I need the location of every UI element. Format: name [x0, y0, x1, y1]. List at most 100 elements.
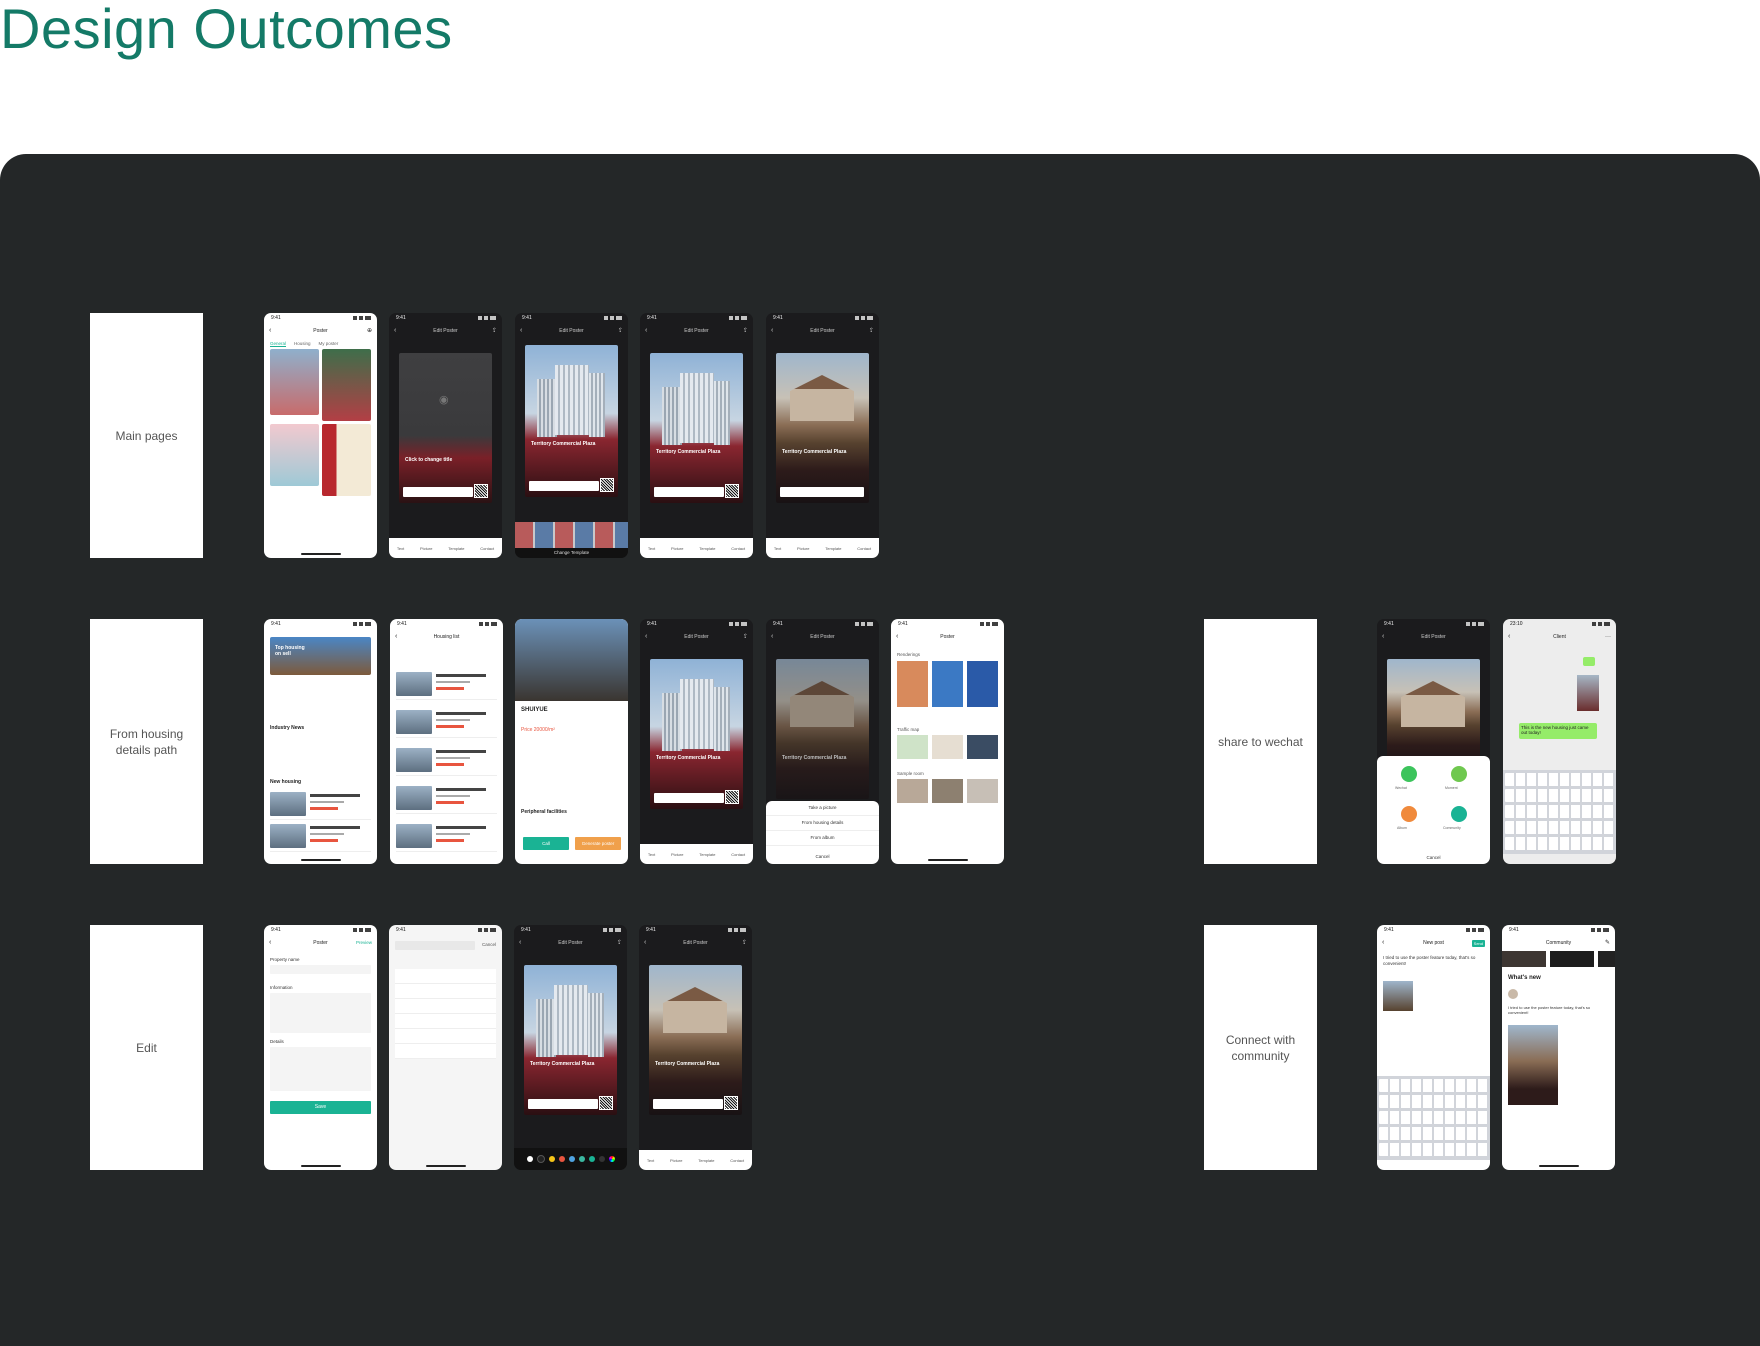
screen-housing-list[interactable]: 9:41 ‹ Housing list: [390, 619, 503, 864]
screen-edit-from-housing[interactable]: 9:41 ‹ Edit Poster ⇪ Territory Commercial …: [640, 619, 753, 864]
tool-text[interactable]: Text: [397, 546, 404, 551]
details-field[interactable]: [270, 1047, 371, 1091]
cancel-button[interactable]: Cancel: [766, 850, 879, 864]
topic-carousel[interactable]: [1502, 951, 1615, 967]
call-button[interactable]: Call: [523, 837, 569, 850]
template-thumb[interactable]: [322, 424, 371, 496]
list-item[interactable]: [270, 821, 371, 852]
save-button[interactable]: Save: [270, 1101, 371, 1114]
back-icon[interactable]: ‹: [771, 325, 773, 337]
tab-my-poster[interactable]: My poster: [319, 341, 339, 347]
color-swatch[interactable]: [526, 1156, 533, 1162]
tool-picture[interactable]: Picture: [671, 852, 683, 857]
screen-edit-empty[interactable]: 9:41 ‹ Edit Poster ⇪ ◉ Click to change tit…: [389, 313, 502, 558]
tool-template[interactable]: Template: [825, 546, 841, 551]
color-swatch[interactable]: [598, 1156, 605, 1162]
screen-home[interactable]: 9:41 Top housing on sell Industry News N…: [264, 619, 377, 864]
more-icon[interactable]: ···: [1605, 631, 1611, 643]
tool-contact[interactable]: Contact: [731, 546, 745, 551]
template-thumb[interactable]: [322, 349, 371, 421]
back-icon[interactable]: ‹: [896, 631, 898, 643]
screen-new-post[interactable]: 9:41 ‹ New post Send I tried to use the po…: [1377, 925, 1490, 1170]
back-icon[interactable]: ‹: [520, 325, 522, 337]
share-icon[interactable]: ⇪: [492, 325, 497, 337]
take-picture-option[interactable]: Take a picture: [766, 801, 879, 816]
color-swatch[interactable]: [548, 1156, 555, 1162]
generate-poster-button[interactable]: Generate poster: [575, 837, 621, 850]
album-icon[interactable]: [1401, 806, 1417, 822]
tab-housing[interactable]: Housing: [294, 341, 311, 347]
cancel-button[interactable]: Cancel: [1377, 855, 1490, 860]
poster-title[interactable]: Territory Commercial Plaza: [531, 441, 611, 447]
share-icon[interactable]: ⇪: [618, 325, 623, 337]
poster-canvas[interactable]: Territory Commercial Plaza: [650, 659, 743, 809]
keyboard[interactable]: [1377, 1076, 1490, 1160]
from-album-option[interactable]: From album: [766, 831, 879, 846]
poster-canvas[interactable]: ◉ Click to change title: [399, 353, 492, 503]
tool-contact[interactable]: Contact: [730, 1158, 744, 1163]
list-item[interactable]: [270, 789, 371, 820]
color-swatch[interactable]: [558, 1156, 565, 1162]
screen-property-search[interactable]: 9:41 Cancel: [389, 925, 502, 1170]
back-icon[interactable]: ‹: [394, 325, 396, 337]
share-icon[interactable]: ⇪: [743, 631, 748, 643]
color-swatch[interactable]: [578, 1156, 585, 1162]
tool-text[interactable]: Text: [648, 546, 655, 551]
back-icon[interactable]: ‹: [269, 325, 271, 337]
wechat-icon[interactable]: [1401, 766, 1417, 782]
poster-title[interactable]: Territory Commercial Plaza: [656, 449, 736, 455]
back-icon[interactable]: ‹: [771, 631, 773, 643]
list-item[interactable]: [396, 669, 497, 700]
poster-canvas[interactable]: Territory Commercial Plaza: [524, 965, 617, 1115]
tool-template[interactable]: Template: [699, 546, 715, 551]
poster-title[interactable]: Territory Commercial Plaza: [530, 1061, 610, 1067]
back-icon[interactable]: ‹: [269, 937, 271, 949]
edit-icon[interactable]: ✎: [1605, 937, 1610, 949]
search-input[interactable]: [395, 941, 475, 950]
tab-general[interactable]: General: [270, 341, 287, 347]
back-icon[interactable]: ‹: [1382, 937, 1384, 949]
screen-edit-form[interactable]: 9:41 ‹ Poster Preview Property name Inform…: [264, 925, 377, 1170]
avatar[interactable]: [1508, 989, 1518, 999]
share-icon[interactable]: ⇪: [743, 325, 748, 337]
tool-template[interactable]: Template: [698, 1158, 714, 1163]
screen-edit-tower[interactable]: 9:41 ‹ Edit Poster ⇪ Territory Commercial …: [640, 313, 753, 558]
keyboard[interactable]: [1503, 770, 1616, 854]
screen-community[interactable]: 9:41 Community ✎ What's new I tried to us…: [1502, 925, 1615, 1170]
screen-edit-house[interactable]: 9:41 ‹ Edit Poster ⇪ Territory Commercial …: [766, 313, 879, 558]
screen-poster-gallery[interactable]: 9:41 ‹ Poster ⊕ General Housing My poster: [264, 313, 377, 558]
post-poster[interactable]: [1508, 1025, 1558, 1105]
camera-icon[interactable]: ◉: [439, 393, 449, 406]
moment-icon[interactable]: [1451, 766, 1467, 782]
screen-change-template[interactable]: 9:41 ‹ Edit Poster ⇪ Territory Commercial …: [515, 313, 628, 558]
share-icon[interactable]: ⇪: [742, 937, 747, 949]
tool-picture[interactable]: Picture: [420, 546, 432, 551]
tool-text[interactable]: Text: [774, 546, 781, 551]
poster-canvas[interactable]: Territory Commercial Plaza: [649, 965, 742, 1115]
attached-poster[interactable]: [1383, 981, 1413, 1011]
screen-edit-color[interactable]: 9:41 ‹ Edit Poster ⇪ Territory Commercial …: [514, 925, 627, 1170]
search-results-list[interactable]: [395, 969, 496, 1059]
screen-share-sheet[interactable]: 9:41 ‹ Edit Poster Wechat Moment Album Co…: [1377, 619, 1490, 864]
tool-text[interactable]: Text: [647, 1158, 654, 1163]
screen-housing-detail[interactable]: SHUIYUE Price 20000/m² Peripheral facili…: [515, 619, 628, 864]
list-item[interactable]: [396, 783, 497, 814]
poster-canvas[interactable]: Territory Commercial Plaza: [650, 353, 743, 503]
screen-edit-house-final[interactable]: 9:41 ‹ Edit Poster ⇪ Territory Commercial …: [639, 925, 752, 1170]
poster-title[interactable]: Territory Commercial Plaza: [656, 755, 736, 761]
color-picker-icon[interactable]: [608, 1156, 615, 1162]
poster-title[interactable]: Click to change title: [405, 457, 485, 463]
tool-contact[interactable]: Contact: [480, 546, 494, 551]
screen-picture-sheet[interactable]: 9:41 ‹ Edit Poster Territory Commercial P…: [766, 619, 879, 864]
screen-poster-pictures[interactable]: 9:41 ‹ Poster Renderings Traffic map Samp…: [891, 619, 1004, 864]
list-item[interactable]: [396, 821, 497, 852]
traffic-map-grid[interactable]: [897, 735, 998, 759]
back-icon[interactable]: ‹: [395, 631, 397, 643]
share-icon[interactable]: ⇪: [869, 325, 874, 337]
add-icon[interactable]: ⊕: [367, 325, 372, 337]
send-button[interactable]: Send: [1471, 940, 1485, 947]
banner[interactable]: Top housing on sell: [270, 637, 371, 675]
screen-wechat-chat[interactable]: 23:10 ‹ Client ··· This is the new housing…: [1503, 619, 1616, 864]
preview-button[interactable]: Preview: [356, 937, 372, 949]
poster-canvas[interactable]: Territory Commercial Plaza: [525, 345, 618, 497]
